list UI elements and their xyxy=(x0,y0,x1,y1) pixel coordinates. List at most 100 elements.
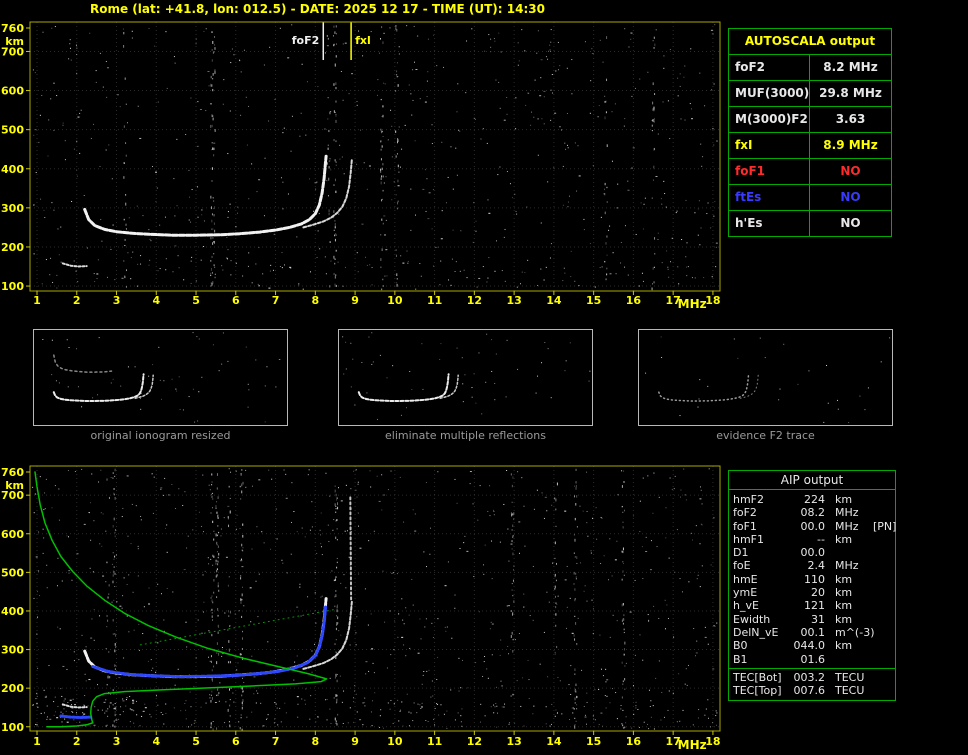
thumbnail-caption-evidence: evidence F2 trace xyxy=(638,429,893,442)
ionogram-chart: foF2fxl123456789101112131415161718MHz100… xyxy=(0,16,728,316)
autoscala-table-body: foF28.2 MHzMUF(3000)F229.8 MHzM(3000)F23… xyxy=(729,55,891,236)
aip-table-body: hmF2224kmfoF208.2MHzfoF100.0MHz[PN]hmF1-… xyxy=(729,493,895,666)
thumbnail-noise xyxy=(342,332,590,420)
parameter-value: 110 xyxy=(791,573,827,586)
svg-text:200: 200 xyxy=(1,682,24,695)
parameter-value: 01.6 xyxy=(791,653,827,666)
aip-table-title: AIP output xyxy=(729,471,895,490)
parameter-value: 007.6 xyxy=(791,684,827,697)
restored-e-trace xyxy=(61,716,91,718)
svg-text:15: 15 xyxy=(586,294,601,307)
svg-text:10: 10 xyxy=(387,294,403,307)
f2-evidence-trace xyxy=(659,374,749,401)
thumbnail-evidence-f2 xyxy=(638,329,893,426)
svg-text:11: 11 xyxy=(427,294,442,307)
f2-mini-trace xyxy=(54,374,144,401)
svg-text:1: 1 xyxy=(33,735,41,748)
y-axis-unit-label: km xyxy=(5,35,24,48)
parameter-value: NO xyxy=(810,159,891,184)
parameter-label: hmE xyxy=(733,573,791,586)
f2-ordinary-trace xyxy=(85,156,326,235)
axis-labels: 123456789101112131415161718MHz1002003004… xyxy=(1,466,721,752)
parameter-flag xyxy=(869,684,891,697)
parameter-unit: km xyxy=(827,573,869,586)
svg-text:760: 760 xyxy=(1,466,24,479)
traces xyxy=(63,156,352,266)
parameter-label: B0 xyxy=(733,639,791,652)
svg-text:4: 4 xyxy=(152,294,160,307)
axis-labels: 123456789101112131415161718MHz1002003004… xyxy=(1,22,721,311)
parameter-label: foF1 xyxy=(733,520,791,533)
plot-border xyxy=(30,22,720,291)
svg-text:10: 10 xyxy=(387,735,403,748)
parameter-unit xyxy=(827,546,869,559)
svg-text:12: 12 xyxy=(467,735,482,748)
x-axis-unit-label: MHz xyxy=(678,297,707,311)
parameter-flag xyxy=(869,626,891,639)
background-noise xyxy=(33,24,718,290)
svg-text:18: 18 xyxy=(705,735,720,748)
parameter-label: D1 xyxy=(733,546,791,559)
parameter-value: 31 xyxy=(791,613,827,626)
parameter-unit: km xyxy=(827,533,869,546)
autoscala-row-fof1: foF1NO xyxy=(729,159,891,185)
aip-tec-row-tectop: TEC[Top]007.6TECU xyxy=(729,684,895,697)
autoscala-row-fof2: foF28.2 MHz xyxy=(729,55,891,81)
parameter-label: foF2 xyxy=(733,506,791,519)
parameter-label: h'Es xyxy=(729,211,810,236)
svg-text:9: 9 xyxy=(351,735,359,748)
parameter-value: 00.0 xyxy=(791,546,827,559)
parameter-label: ftEs xyxy=(729,185,810,210)
svg-text:13: 13 xyxy=(506,735,521,748)
parameter-unit: km xyxy=(827,599,869,612)
parameter-unit: km xyxy=(827,586,869,599)
svg-text:9: 9 xyxy=(351,294,359,307)
parameter-flag xyxy=(869,559,891,572)
thumbnail-evidence-image xyxy=(639,330,892,425)
thumbnail-original-image xyxy=(34,330,287,425)
y-axis-unit-label: km xyxy=(5,479,24,492)
svg-text:300: 300 xyxy=(1,202,24,215)
parameter-value: NO xyxy=(810,185,891,210)
svg-text:12: 12 xyxy=(467,294,482,307)
parameter-value: 08.2 xyxy=(791,506,827,519)
parameter-flag xyxy=(869,586,891,599)
profile-ionogram-chart: 123456789101112131415161718MHz1002003004… xyxy=(0,460,728,755)
aip-row-fof2: foF208.2MHz xyxy=(729,506,895,519)
svg-text:500: 500 xyxy=(1,566,24,579)
parameter-flag: [PN] xyxy=(869,520,896,533)
grid-lines xyxy=(30,22,720,291)
autoscala-row-hes: h'EsNO xyxy=(729,211,891,236)
parameter-unit: MHz xyxy=(827,506,869,519)
parameter-unit: km xyxy=(827,493,869,506)
svg-text:4: 4 xyxy=(152,735,160,748)
x-axis-unit-label: MHz xyxy=(678,738,707,752)
parameter-value: 003.2 xyxy=(791,671,827,684)
parameter-value: NO xyxy=(810,211,891,236)
thumbnail-eliminate-reflections xyxy=(338,329,593,426)
aip-row-hve: h_vE121km xyxy=(729,599,895,612)
parameter-flag xyxy=(869,493,891,506)
autoscala-row-muf3000f2: MUF(3000)F229.8 MHz xyxy=(729,81,891,107)
thumbnail-noise xyxy=(645,336,890,423)
parameter-flag xyxy=(869,613,891,626)
marker-label-foF2: foF2 xyxy=(292,34,320,47)
thumbnail-caption-original: original ionogram resized xyxy=(33,429,288,442)
aip-output-table: AIP output hmF2224kmfoF208.2MHzfoF100.0M… xyxy=(728,470,896,701)
svg-text:300: 300 xyxy=(1,644,24,657)
svg-text:15: 15 xyxy=(586,735,601,748)
thumbnail-caption-eliminate: eliminate multiple reflections xyxy=(338,429,593,442)
svg-text:600: 600 xyxy=(1,528,24,541)
parameter-label: TEC[Bot] xyxy=(733,671,791,684)
multiple-reflection-trace xyxy=(54,355,112,372)
parameter-value: 00.0 xyxy=(791,520,827,533)
svg-text:6: 6 xyxy=(232,294,240,307)
svg-text:16: 16 xyxy=(626,735,642,748)
svg-text:8: 8 xyxy=(311,294,319,307)
aip-row-fof1: foF100.0MHz[PN] xyxy=(729,520,895,533)
parameter-label: Ewidth xyxy=(733,613,791,626)
aip-tec-row-tecbot: TEC[Bot]003.2TECU xyxy=(729,671,895,684)
svg-text:3: 3 xyxy=(113,294,121,307)
parameter-value: 224 xyxy=(791,493,827,506)
parameter-unit: MHz xyxy=(827,559,869,572)
